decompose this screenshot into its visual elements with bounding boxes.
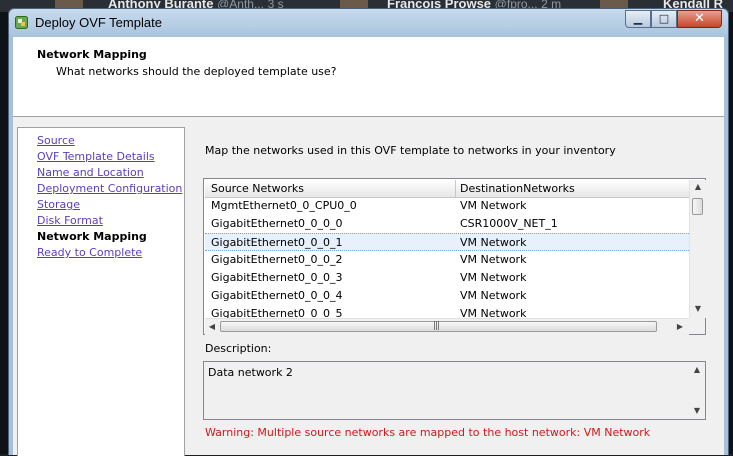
page-subtitle: What networks should the deployed templa…: [56, 65, 337, 78]
vsphere-icon: [15, 16, 28, 29]
deploy-ovf-dialog: Deploy OVF Template ▁ □ ✕ Network Mappin…: [8, 8, 729, 456]
destination-network-cell[interactable]: VM Network: [460, 307, 526, 318]
scroll-left-arrow-icon[interactable]: ◀: [205, 319, 219, 335]
source-network-cell: GigabitEthernet0_0_0_4: [211, 289, 343, 302]
close-icon: ✕: [694, 11, 705, 26]
column-header-source[interactable]: Source Networks: [211, 182, 304, 195]
scroll-grip-icon: |||: [433, 321, 440, 331]
scroll-up-arrow-icon[interactable]: ▲: [690, 180, 706, 194]
table-row[interactable]: GigabitEthernet0_0_0_0 CSR1000V_NET_1: [205, 215, 689, 233]
page-title: Network Mapping: [37, 48, 147, 61]
source-network-cell: MgmtEthernet0_0_CPU0_0: [211, 199, 357, 212]
destination-network-cell[interactable]: VM Network: [460, 289, 526, 302]
table-row[interactable]: GigabitEthernet0_0_0_3 VM Network: [205, 269, 689, 287]
source-network-cell: GigabitEthernet0_0_0_3: [211, 271, 343, 284]
source-network-cell: GigabitEthernet0_0_0_2: [211, 253, 343, 266]
step-source[interactable]: Source: [37, 134, 75, 147]
table-row[interactable]: GigabitEthernet0_0_0_2 VM Network: [205, 251, 689, 269]
source-network-cell: GigabitEthernet0_0_0_0: [211, 217, 343, 230]
title-bar[interactable]: Deploy OVF Template ▁ □ ✕: [9, 9, 728, 37]
minimize-icon: ▁: [633, 12, 643, 25]
scroll-down-arrow-icon[interactable]: ▼: [689, 404, 705, 418]
column-header-destination[interactable]: DestinationNetworks: [460, 182, 575, 195]
description-label: Description:: [205, 342, 272, 355]
vertical-scroll-thumb[interactable]: [692, 198, 703, 215]
destination-network-cell[interactable]: VM Network: [460, 236, 526, 249]
horizontal-scrollbar[interactable]: ◀ ||| ▶: [205, 318, 689, 335]
close-button[interactable]: ✕: [677, 10, 722, 28]
wizard-header: Network Mapping What networks should the…: [13, 37, 724, 117]
window-title: Deploy OVF Template: [35, 15, 162, 30]
source-network-cell: GigabitEthernet0_0_0_1: [211, 236, 343, 249]
scrollbar-corner: [689, 318, 705, 334]
warning-message: Warning: Multiple source networks are ma…: [205, 426, 651, 439]
source-network-cell: GigabitEthernet0_0_0_5: [211, 307, 343, 318]
step-ready-to-complete[interactable]: Ready to Complete: [37, 246, 142, 259]
destination-network-cell[interactable]: VM Network: [460, 199, 526, 212]
description-text: Data network 2: [208, 366, 293, 379]
scroll-down-arrow-icon[interactable]: ▼: [690, 302, 706, 316]
scroll-up-arrow-icon[interactable]: ▲: [689, 363, 705, 377]
dialog-body: Network Mapping What networks should the…: [13, 37, 724, 456]
description-scrollbar[interactable]: ▲ ▼: [689, 363, 705, 418]
column-divider[interactable]: [455, 180, 456, 197]
step-storage[interactable]: Storage: [37, 198, 80, 211]
wizard-steps: Source OVF Template Details Name and Loc…: [17, 127, 185, 456]
step-ovf-template-details[interactable]: OVF Template Details: [37, 150, 155, 163]
step-name-and-location[interactable]: Name and Location: [37, 166, 144, 179]
scroll-right-arrow-icon[interactable]: ▶: [673, 319, 687, 335]
description-box: Data network 2 ▲ ▼: [203, 361, 706, 420]
table-row[interactable]: GigabitEthernet0_0_0_4 VM Network: [205, 287, 689, 305]
minimize-button[interactable]: ▁: [625, 10, 651, 28]
network-mapping-table: Source Networks DestinationNetworks Mgmt…: [203, 178, 706, 335]
destination-network-cell[interactable]: CSR1000V_NET_1: [460, 217, 558, 230]
maximize-button[interactable]: □: [651, 10, 677, 28]
step-disk-format[interactable]: Disk Format: [37, 214, 103, 227]
table-header: Source Networks DestinationNetworks: [205, 180, 689, 198]
destination-network-cell[interactable]: VM Network: [460, 253, 526, 266]
vertical-scrollbar[interactable]: ▲ ▼: [689, 180, 706, 318]
instructions-text: Map the networks used in this OVF templa…: [205, 144, 616, 157]
step-network-mapping: Network Mapping: [37, 230, 147, 243]
table-row[interactable]: GigabitEthernet0_0_0_5 VM Network: [205, 305, 689, 318]
table-row[interactable]: MgmtEthernet0_0_CPU0_0 VM Network: [205, 197, 689, 215]
maximize-icon: □: [658, 12, 670, 25]
horizontal-scroll-thumb[interactable]: |||: [220, 321, 657, 332]
table-row-selected[interactable]: GigabitEthernet0_0_0_1 VM Network: [205, 233, 689, 251]
step-deployment-configuration[interactable]: Deployment Configuration: [37, 182, 182, 195]
destination-network-cell[interactable]: VM Network: [460, 271, 526, 284]
